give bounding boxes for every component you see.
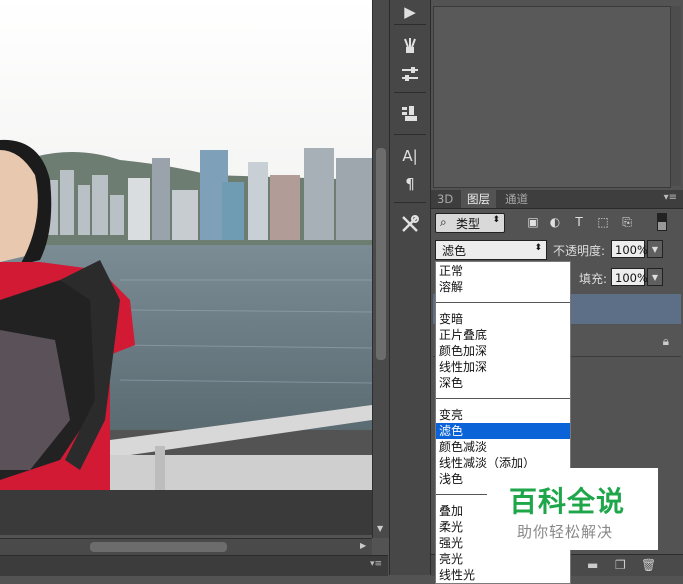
divider xyxy=(394,134,426,135)
type-filter-icon[interactable]: T xyxy=(571,214,587,230)
opacity-dropdown-icon[interactable]: ▼ xyxy=(647,240,663,258)
upper-panel-content xyxy=(433,6,671,188)
blend-option[interactable]: 变亮 xyxy=(436,407,570,423)
document-canvas[interactable] xyxy=(0,0,372,490)
layer-filter-row: ⌕ 类型 ⬍ ▣ ◐ T ⬚ ⎘ xyxy=(431,210,683,234)
vertical-scroll-thumb[interactable] xyxy=(376,148,386,360)
fill-dropdown-icon[interactable]: ▼ xyxy=(647,268,663,286)
brush-presets-icon[interactable] xyxy=(396,34,424,58)
paragraph-icon[interactable]: ¶ xyxy=(396,172,424,196)
upper-panel xyxy=(431,0,683,190)
blend-option[interactable]: 正常 xyxy=(436,263,570,279)
option-group-divider xyxy=(436,398,570,399)
divider xyxy=(394,202,426,203)
blend-mode-value: 滤色 xyxy=(442,244,467,258)
fill-label: 填充: xyxy=(579,272,608,286)
filter-toggle-switch[interactable] xyxy=(657,213,667,231)
updown-arrow-icon: ⬍ xyxy=(534,243,542,253)
opacity-input[interactable]: 100% xyxy=(611,240,648,258)
horizontal-scroll-thumb[interactable] xyxy=(90,542,227,552)
opacity-label: 不透明度: xyxy=(553,244,606,258)
option-group-divider xyxy=(436,302,570,303)
blend-mode-select[interactable]: 滤色 ⬍ xyxy=(435,240,547,260)
layer-kind-label: 类型 xyxy=(456,217,481,231)
blend-option[interactable]: 溶解 xyxy=(436,279,570,295)
blend-option[interactable]: 亮光 xyxy=(436,551,570,567)
tab-layers[interactable]: 图层 xyxy=(461,190,496,208)
upper-panel-scrollbar[interactable] xyxy=(671,6,681,186)
scroll-right-icon[interactable]: ▶ xyxy=(360,541,366,550)
divider xyxy=(394,92,426,93)
watermark: 百科全说 助你轻松解决 xyxy=(487,468,658,550)
updown-arrow-icon: ⬍ xyxy=(492,215,500,225)
watermark-subtitle: 助你轻松解决 xyxy=(517,523,614,541)
status-bar: ▾≡ xyxy=(0,555,388,576)
toggle-knob xyxy=(658,214,666,222)
pixel-filter-icon[interactable]: ▣ xyxy=(525,214,541,230)
blend-mode-row: 滤色 ⬍ 不透明度: 100% ▼ xyxy=(431,238,683,260)
blend-option[interactable]: 深色 xyxy=(436,375,570,391)
panel-dock-strip: ▶ A| ¶ xyxy=(389,0,431,575)
folder-icon[interactable]: ▬ xyxy=(587,558,598,572)
fill-input[interactable]: 100% xyxy=(611,268,648,286)
smart-object-filter-icon[interactable]: ⎘ xyxy=(619,214,635,230)
blend-option[interactable]: 正片叠底 xyxy=(436,327,570,343)
scroll-down-icon[interactable]: ▼ xyxy=(377,524,383,533)
status-menu-icon[interactable]: ▾≡ xyxy=(370,559,382,569)
divider xyxy=(394,24,426,25)
vertical-scrollbar[interactable]: ▼ xyxy=(372,0,389,538)
tools-icon[interactable] xyxy=(396,212,424,236)
lock-icon: 🔒︎ xyxy=(662,334,669,348)
character-icon[interactable]: A| xyxy=(396,144,424,168)
new-layer-icon[interactable]: ❐ xyxy=(615,558,626,572)
tab-channels[interactable]: 通道 xyxy=(499,190,534,208)
trash-icon[interactable]: 🗑︎ xyxy=(641,558,656,572)
blend-option[interactable]: 线性加深 xyxy=(436,359,570,375)
clone-source-icon[interactable] xyxy=(396,102,424,126)
search-icon: ⌕ xyxy=(440,215,447,229)
sliders-icon[interactable] xyxy=(396,62,424,86)
play-icon[interactable]: ▶ xyxy=(396,0,424,24)
canvas-pasteboard xyxy=(0,490,372,535)
watermark-title: 百科全说 xyxy=(509,485,626,518)
shape-filter-icon[interactable]: ⬚ xyxy=(595,214,611,230)
horizontal-scrollbar[interactable]: ▶ xyxy=(0,538,372,555)
blend-option[interactable]: 颜色减淡 xyxy=(436,439,570,455)
panel-tab-bar: 3D 图层 通道 ▾≡ xyxy=(431,190,683,209)
photo-image xyxy=(0,0,372,490)
adjustment-filter-icon[interactable]: ◐ xyxy=(547,214,563,230)
panel-menu-icon[interactable]: ▾≡ xyxy=(664,192,677,203)
blend-option[interactable]: 变暗 xyxy=(436,311,570,327)
blend-option[interactable]: 线性光 xyxy=(436,567,570,583)
tab-3d[interactable]: 3D xyxy=(431,190,459,208)
blend-option[interactable]: 滤色 xyxy=(436,423,570,439)
blend-option[interactable]: 颜色加深 xyxy=(436,343,570,359)
layer-kind-select[interactable]: ⌕ 类型 ⬍ xyxy=(435,213,505,233)
